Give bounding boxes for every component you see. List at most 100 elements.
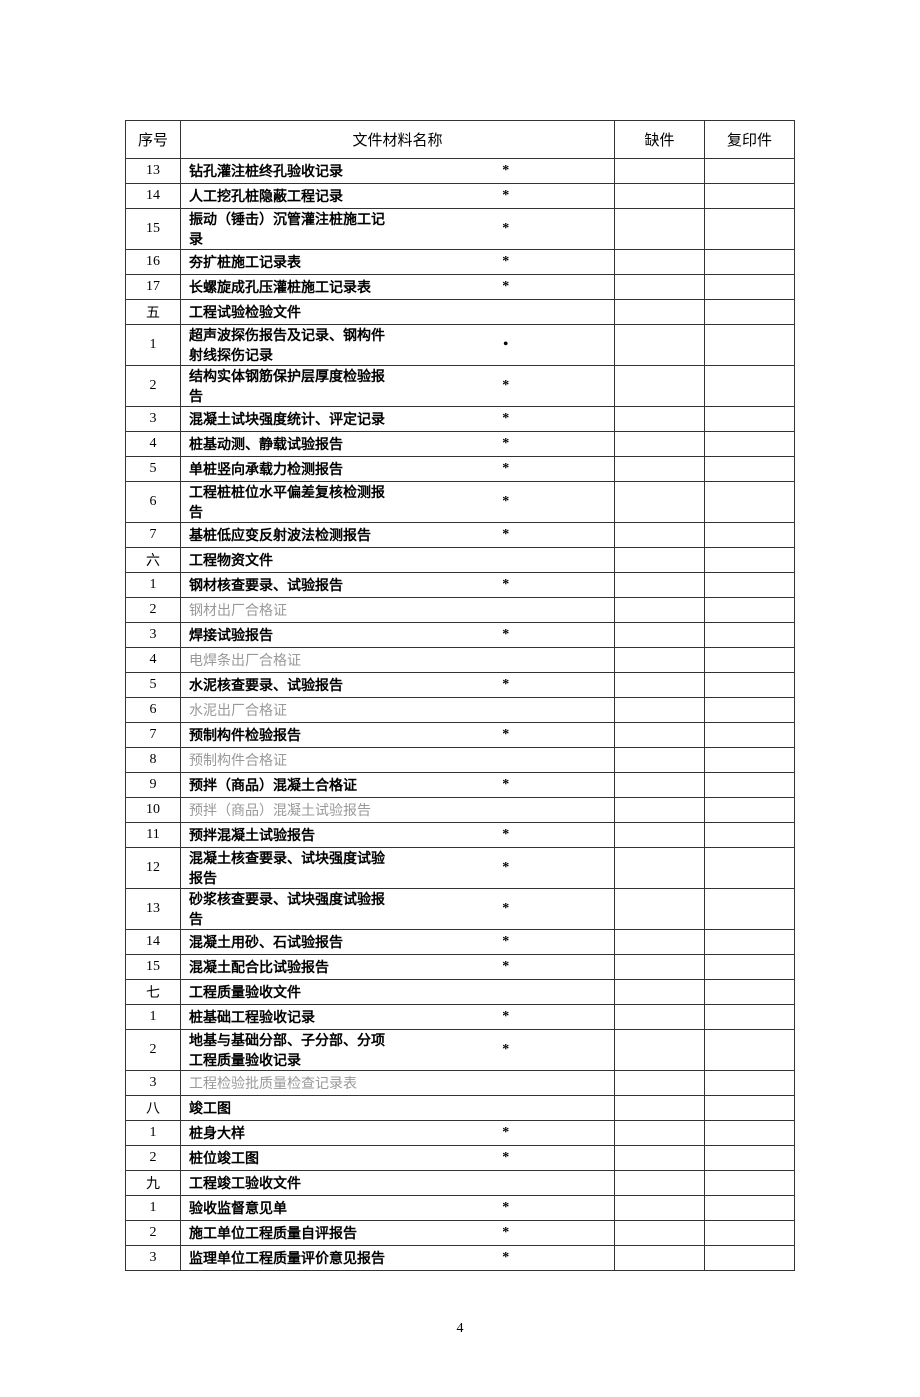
cell-missing [615, 209, 705, 250]
table-row: 六工程物资文件 [126, 548, 795, 573]
cell-seq: 15 [126, 955, 181, 980]
cell-copy [705, 648, 795, 673]
cell-missing [615, 548, 705, 573]
cell-missing [615, 1096, 705, 1121]
cell-name: 工程物资文件 [181, 548, 398, 573]
cell-seq: 1 [126, 325, 181, 366]
table-row: 4电焊条出厂合格证 [126, 648, 795, 673]
cell-missing [615, 598, 705, 623]
cell-copy [705, 823, 795, 848]
cell-copy [705, 889, 795, 930]
table-row: 6工程桩桩位水平偏差复核检测报告* [126, 482, 795, 523]
table-row: 16夯扩桩施工记录表* [126, 250, 795, 275]
cell-copy [705, 1246, 795, 1271]
cell-copy [705, 573, 795, 598]
cell-seq: 13 [126, 889, 181, 930]
cell-name: 混凝土试块强度统计、评定记录 [181, 407, 398, 432]
cell-mark: * [398, 523, 615, 548]
cell-copy [705, 955, 795, 980]
table-row: 2施工单位工程质量自评报告* [126, 1221, 795, 1246]
cell-mark: * [398, 407, 615, 432]
table-body: 13钻孔灌注桩终孔验收记录*14人工挖孔桩隐蔽工程记录*15振动（锤击）沉管灌注… [126, 159, 795, 1271]
cell-name: 混凝土配合比试验报告 [181, 955, 398, 980]
header-missing: 缺件 [615, 121, 705, 159]
cell-seq: 五 [126, 300, 181, 325]
cell-name: 水泥核查要录、试验报告 [181, 673, 398, 698]
cell-name: 工程检验批质量检查记录表 [181, 1071, 398, 1096]
table-row: 11预拌混凝土试验报告* [126, 823, 795, 848]
cell-missing [615, 407, 705, 432]
table-row: 6水泥出厂合格证 [126, 698, 795, 723]
cell-missing [615, 1030, 705, 1071]
cell-seq: 7 [126, 723, 181, 748]
cell-name: 振动（锤击）沉管灌注桩施工记录 [181, 209, 398, 250]
cell-seq: 六 [126, 548, 181, 573]
cell-name: 钻孔灌注桩终孔验收记录 [181, 159, 398, 184]
cell-name: 钢材核查要录、试验报告 [181, 573, 398, 598]
cell-missing [615, 1071, 705, 1096]
cell-copy [705, 209, 795, 250]
cell-missing [615, 930, 705, 955]
table-row: 12混凝土核查要录、试块强度试验报告* [126, 848, 795, 889]
table-row: 3混凝土试块强度统计、评定记录* [126, 407, 795, 432]
table-row: 13砂浆核查要录、试块强度试验报告* [126, 889, 795, 930]
table-row: 3工程检验批质量检查记录表 [126, 1071, 795, 1096]
table-row: 15混凝土配合比试验报告* [126, 955, 795, 980]
cell-copy [705, 432, 795, 457]
cell-seq: 16 [126, 250, 181, 275]
cell-name: 预拌混凝土试验报告 [181, 823, 398, 848]
cell-name: 工程桩桩位水平偏差复核检测报告 [181, 482, 398, 523]
table-row: 八竣工图 [126, 1096, 795, 1121]
cell-seq: 3 [126, 407, 181, 432]
cell-seq: 9 [126, 773, 181, 798]
table-row: 14人工挖孔桩隐蔽工程记录* [126, 184, 795, 209]
cell-missing [615, 1005, 705, 1030]
cell-seq: 3 [126, 623, 181, 648]
cell-mark: * [398, 623, 615, 648]
cell-name: 结构实体钢筋保护层厚度检验报告 [181, 366, 398, 407]
cell-mark: * [398, 1121, 615, 1146]
cell-copy [705, 482, 795, 523]
table-row: 9预拌（商品）混凝土合格证* [126, 773, 795, 798]
cell-missing [615, 1146, 705, 1171]
table-row: 2桩位竣工图* [126, 1146, 795, 1171]
table-row: 1钢材核查要录、试验报告* [126, 573, 795, 598]
cell-seq: 2 [126, 598, 181, 623]
cell-missing [615, 1196, 705, 1221]
table-row: 五工程试验检验文件 [126, 300, 795, 325]
cell-seq: 2 [126, 1030, 181, 1071]
table-row: 七工程质量验收文件 [126, 980, 795, 1005]
cell-copy [705, 1196, 795, 1221]
cell-name: 监理单位工程质量评价意见报告 [181, 1246, 398, 1271]
cell-mark: * [398, 1146, 615, 1171]
cell-mark [398, 598, 615, 623]
cell-missing [615, 798, 705, 823]
table-row: 1桩基础工程验收记录* [126, 1005, 795, 1030]
cell-missing [615, 573, 705, 598]
cell-mark: * [398, 773, 615, 798]
cell-missing [615, 748, 705, 773]
cell-seq: 14 [126, 184, 181, 209]
cell-seq: 七 [126, 980, 181, 1005]
table-row: 九工程竣工验收文件 [126, 1171, 795, 1196]
cell-copy [705, 1221, 795, 1246]
cell-copy [705, 159, 795, 184]
header-seq: 序号 [126, 121, 181, 159]
cell-seq: 九 [126, 1171, 181, 1196]
cell-seq: 3 [126, 1071, 181, 1096]
header-copy: 复印件 [705, 121, 795, 159]
table-row: 8预制构件合格证 [126, 748, 795, 773]
cell-seq: 15 [126, 209, 181, 250]
cell-seq: 5 [126, 457, 181, 482]
cell-copy [705, 1005, 795, 1030]
cell-missing [615, 1246, 705, 1271]
cell-missing [615, 623, 705, 648]
cell-seq: 13 [126, 159, 181, 184]
cell-name: 验收监督意见单 [181, 1196, 398, 1221]
cell-name: 长螺旋成孔压灌桩施工记录表 [181, 275, 398, 300]
cell-name: 工程竣工验收文件 [181, 1171, 398, 1196]
cell-missing [615, 250, 705, 275]
cell-mark: * [398, 275, 615, 300]
cell-name: 工程试验检验文件 [181, 300, 398, 325]
cell-copy [705, 250, 795, 275]
